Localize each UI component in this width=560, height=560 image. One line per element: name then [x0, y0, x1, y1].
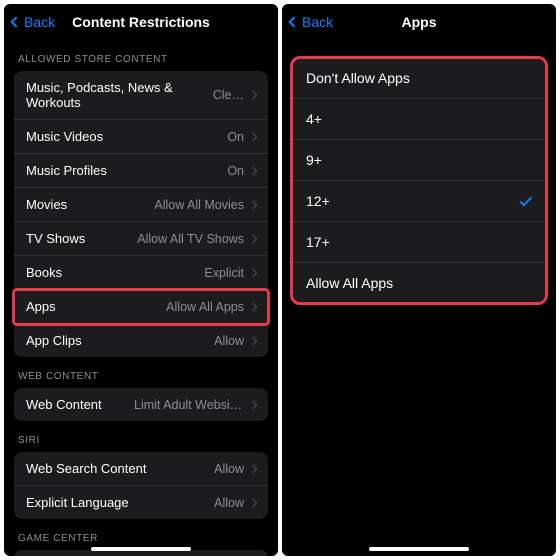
row-value: Allow	[214, 462, 244, 476]
row-label: App Clips	[26, 333, 214, 348]
row-value: Allow All Movies	[154, 198, 244, 212]
back-button[interactable]: Back	[290, 14, 333, 30]
chevron-right-icon	[249, 166, 257, 174]
row-explicit-language[interactable]: Explicit LanguageAllow	[14, 486, 268, 519]
chevron-right-icon	[249, 200, 257, 208]
phone-right: Back Apps Don't Allow Apps 4+ 9+ 12+ 17+ Allo…	[282, 4, 556, 556]
chevron-right-icon	[249, 336, 257, 344]
section-header: GAME CENTER	[4, 519, 278, 550]
option-dont-allow[interactable]: Don't Allow Apps	[292, 58, 546, 99]
option-label: Don't Allow Apps	[306, 70, 532, 86]
option-17-plus[interactable]: 17+	[292, 222, 546, 263]
chevron-right-icon	[249, 91, 257, 99]
row-value: Allow All TV Shows	[137, 232, 244, 246]
row-value: Cle…	[213, 88, 244, 102]
back-label: Back	[24, 14, 55, 30]
option-9-plus[interactable]: 9+	[292, 140, 546, 181]
option-12-plus[interactable]: 12+	[292, 181, 546, 222]
row-value: Limit Adult Websites	[134, 398, 244, 412]
chevron-right-icon	[249, 464, 257, 472]
home-indicator[interactable]	[369, 547, 469, 551]
right-content: Don't Allow Apps 4+ 9+ 12+ 17+ Allow All Apps	[282, 40, 556, 556]
row-label: Music Profiles	[26, 163, 227, 178]
checkmark-icon	[520, 193, 533, 206]
chevron-right-icon	[249, 132, 257, 140]
row-group: Web Search ContentAllowExplicit Language…	[14, 452, 268, 519]
option-label: 9+	[306, 152, 532, 168]
chevron-right-icon	[249, 302, 257, 310]
row-tv-shows[interactable]: TV ShowsAllow All TV Shows	[14, 222, 268, 256]
row-app-clips[interactable]: App ClipsAllow	[14, 324, 268, 357]
row-label: TV Shows	[26, 231, 137, 246]
row-label: Music Videos	[26, 129, 227, 144]
row-label: Web Search Content	[26, 461, 214, 476]
option-label: Allow All Apps	[306, 275, 532, 291]
row-value: On	[227, 164, 244, 178]
option-label: 17+	[306, 234, 532, 250]
row-label: Web Content	[26, 397, 134, 412]
row-group: Web ContentLimit Adult Websites	[14, 388, 268, 421]
row-music-podcasts[interactable]: Music, Podcasts, News & WorkoutsCle…	[14, 71, 268, 120]
row-value: Allow	[214, 496, 244, 510]
row-movies[interactable]: MoviesAllow All Movies	[14, 188, 268, 222]
section-header: ALLOWED STORE CONTENT	[4, 40, 278, 71]
row-value: Allow	[214, 334, 244, 348]
row-label: Explicit Language	[26, 495, 214, 510]
phone-left: Back Content Restrictions ALLOWED STORE …	[4, 4, 278, 556]
option-allow-all[interactable]: Allow All Apps	[292, 263, 546, 303]
row-value: On	[227, 130, 244, 144]
back-button[interactable]: Back	[12, 14, 55, 30]
navbar-left: Back Content Restrictions	[4, 4, 278, 40]
chevron-right-icon	[249, 498, 257, 506]
left-content: ALLOWED STORE CONTENTMusic, Podcasts, Ne…	[4, 40, 278, 556]
row-label: Books	[26, 265, 204, 280]
row-group: Music, Podcasts, News & WorkoutsCle…Musi…	[14, 71, 268, 357]
row-label: Music, Podcasts, News & Workouts	[26, 80, 213, 110]
chevron-right-icon	[249, 234, 257, 242]
section-header: SIRI	[4, 421, 278, 452]
row-label: Movies	[26, 197, 154, 212]
row-web-content[interactable]: Web ContentLimit Adult Websites	[14, 388, 268, 421]
row-value: Explicit	[204, 266, 244, 280]
back-label: Back	[302, 14, 333, 30]
chevron-right-icon	[249, 268, 257, 276]
apps-option-list: Don't Allow Apps 4+ 9+ 12+ 17+ Allow All Apps	[292, 58, 546, 303]
home-indicator[interactable]	[91, 547, 191, 551]
row-music-profiles[interactable]: Music ProfilesOn	[14, 154, 268, 188]
row-value: Allow All Apps	[166, 300, 244, 314]
row-label: Apps	[26, 299, 166, 314]
row-web-search[interactable]: Web Search ContentAllow	[14, 452, 268, 486]
section-header: WEB CONTENT	[4, 357, 278, 388]
row-books[interactable]: BooksExplicit	[14, 256, 268, 290]
option-label: 4+	[306, 111, 532, 127]
option-4-plus[interactable]: 4+	[292, 99, 546, 140]
chevron-right-icon	[249, 400, 257, 408]
chevron-left-icon	[288, 16, 299, 27]
row-apps[interactable]: AppsAllow All Apps	[14, 290, 268, 324]
chevron-left-icon	[10, 16, 21, 27]
row-music-videos[interactable]: Music VideosOn	[14, 120, 268, 154]
navbar-right: Back Apps	[282, 4, 556, 40]
option-label: 12+	[306, 193, 520, 209]
